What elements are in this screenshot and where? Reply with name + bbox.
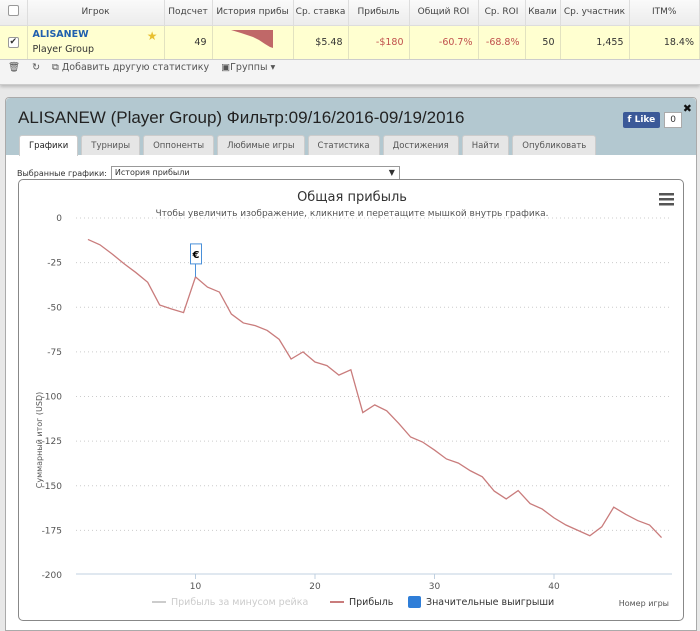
chart-select[interactable]: История прибыли ▼	[110, 166, 400, 180]
y-tick-label: -200	[42, 571, 63, 581]
add-stat-icon: ⧉	[52, 62, 59, 73]
tab-favorite-games[interactable]: Любимые игры	[217, 135, 305, 155]
dialog-title: ALISANEW (Player Group) Фильтр:09/16/201…	[18, 108, 465, 127]
legend-label-big-wins: Значительные выигрыши	[426, 597, 554, 608]
table-toolbar: 🗑 ↻ ⧉ Добавить другую статистику ▣Группы…	[8, 62, 275, 73]
save-icon: ▣	[221, 62, 231, 73]
x-tick-label: 40	[548, 582, 560, 592]
quali-value: 50	[525, 24, 561, 60]
tab-publish[interactable]: Опубликовать	[512, 135, 597, 155]
col-avg-entrants[interactable]: Ср. участник	[560, 0, 630, 25]
select-all-checkbox[interactable]	[7, 5, 19, 17]
col-avg-stake[interactable]: Ср. ставка	[293, 0, 349, 25]
select-all-header[interactable]	[0, 0, 28, 25]
y-tick-label: 0	[56, 214, 62, 224]
count-value: 49	[164, 24, 213, 60]
x-tick-label: 30	[429, 582, 441, 592]
table-header: Игрок Подсчет История прибы Ср. ставка П…	[0, 0, 700, 25]
y-tick-label: -150	[42, 482, 63, 492]
trash-icon[interactable]: 🗑	[8, 62, 20, 73]
col-count[interactable]: Подсчет	[164, 0, 213, 25]
legend-item-big-wins[interactable]: Значительные выигрыши	[408, 596, 554, 608]
player-name[interactable]: ALISANEW	[33, 29, 159, 40]
refresh-icon[interactable]: ↻	[32, 62, 40, 73]
tab-find[interactable]: Найти	[461, 135, 510, 155]
star-icon: ★	[146, 28, 158, 43]
y-tick-label: -125	[42, 437, 62, 447]
groups-label: Группы	[230, 62, 268, 73]
facebook-like[interactable]: f Like 0	[622, 112, 682, 128]
legend-label-rake: Прибыль за минусом рейка	[171, 597, 308, 608]
legend: Прибыль за минусом рейка Прибыль Значите…	[152, 596, 554, 608]
x-tick-label: 10	[190, 582, 202, 592]
chevron-down-icon: ▾	[270, 62, 276, 73]
player-group: Player Group	[32, 44, 95, 55]
avg-entrants-value: 1,455	[560, 24, 630, 60]
tab-opponents[interactable]: Оппоненты	[143, 135, 215, 155]
y-tick-label: -50	[47, 303, 62, 313]
close-icon[interactable]: ✖	[683, 102, 692, 115]
legend-item-profit[interactable]: Прибыль	[330, 597, 394, 608]
dialog-header: ALISANEW (Player Group) Фильтр:09/16/201…	[6, 98, 696, 156]
groups-button[interactable]: ▣Группы ▾	[221, 62, 275, 73]
facebook-icon: f	[627, 115, 635, 125]
legend-item-rake[interactable]: Прибыль за минусом рейка	[152, 597, 308, 608]
chart-container[interactable]: Общая прибыль Чтобы увеличить изображени…	[18, 179, 684, 621]
tab-statistics[interactable]: Статистика	[307, 135, 380, 155]
legend-label-profit: Прибыль	[349, 597, 394, 608]
col-avg-roi[interactable]: Ср. ROI	[478, 0, 526, 25]
add-stat-button[interactable]: ⧉ Добавить другую статистику	[52, 62, 209, 73]
tab-charts[interactable]: Графики	[19, 135, 79, 156]
table-row[interactable]: ✔ ALISANEW Player Group ★ 49 $5.48 -$180…	[0, 24, 700, 60]
profit-history-sparkline	[212, 24, 294, 60]
x-tick-label: 20	[309, 582, 321, 592]
tab-achievements[interactable]: Достижения	[382, 135, 459, 155]
like-label: Like	[634, 115, 656, 125]
col-itm[interactable]: ITM%	[629, 0, 700, 25]
avg-stake-value: $5.48	[293, 24, 349, 60]
y-tick-label: -100	[42, 393, 63, 403]
facebook-like-button[interactable]: f Like	[622, 112, 661, 128]
player-dialog: ALISANEW (Player Group) Фильтр:09/16/201…	[5, 97, 697, 631]
like-count: 0	[664, 112, 682, 128]
chart-selector: Выбранные графики: История прибыли ▼	[17, 166, 400, 180]
col-profit[interactable]: Прибыль	[348, 0, 410, 25]
row-checkbox-cell[interactable]: ✔	[0, 24, 28, 60]
col-total-roi[interactable]: Общий ROI	[409, 0, 479, 25]
flag-label: €	[192, 250, 200, 261]
player-cell: ALISANEW Player Group ★	[27, 24, 165, 60]
profit-series-line[interactable]	[87, 238, 663, 538]
dropdown-arrow-icon: ▼	[388, 168, 395, 177]
col-quali[interactable]: Квали	[525, 0, 561, 25]
y-tick-label: -75	[47, 348, 62, 358]
chart-select-value: История прибыли	[114, 168, 190, 177]
profit-value: -$180	[348, 24, 410, 60]
stats-table: Игрок Подсчет История прибы Ср. ставка П…	[0, 0, 700, 60]
dialog-tabs: Графики Турниры Оппоненты Любимые игры С…	[19, 135, 597, 156]
chart-title: Общая прибыль	[297, 190, 407, 205]
y-tick-label: -25	[47, 259, 62, 269]
add-stat-label: Добавить другую статистику	[61, 62, 210, 73]
itm-value: 18.4%	[629, 24, 700, 60]
stats-panel: Игрок Подсчет История прибы Ср. ставка П…	[0, 0, 700, 85]
avg-roi-value: -68.8%	[478, 24, 526, 60]
chart-selector-label: Выбранные графики:	[17, 168, 107, 178]
col-profit-history[interactable]: История прибы	[212, 0, 294, 25]
total-roi-value: -60.7%	[409, 24, 479, 60]
y-tick-label: -175	[42, 526, 62, 536]
x-axis-title: Номер игры	[619, 599, 669, 608]
menu-icon[interactable]	[659, 193, 674, 206]
profit-chart[interactable]: Общая прибыль Чтобы увеличить изображени…	[19, 180, 685, 622]
row-checkbox[interactable]: ✔	[7, 37, 19, 48]
tab-tournaments[interactable]: Турниры	[81, 135, 141, 155]
col-player[interactable]: Игрок	[27, 0, 165, 25]
